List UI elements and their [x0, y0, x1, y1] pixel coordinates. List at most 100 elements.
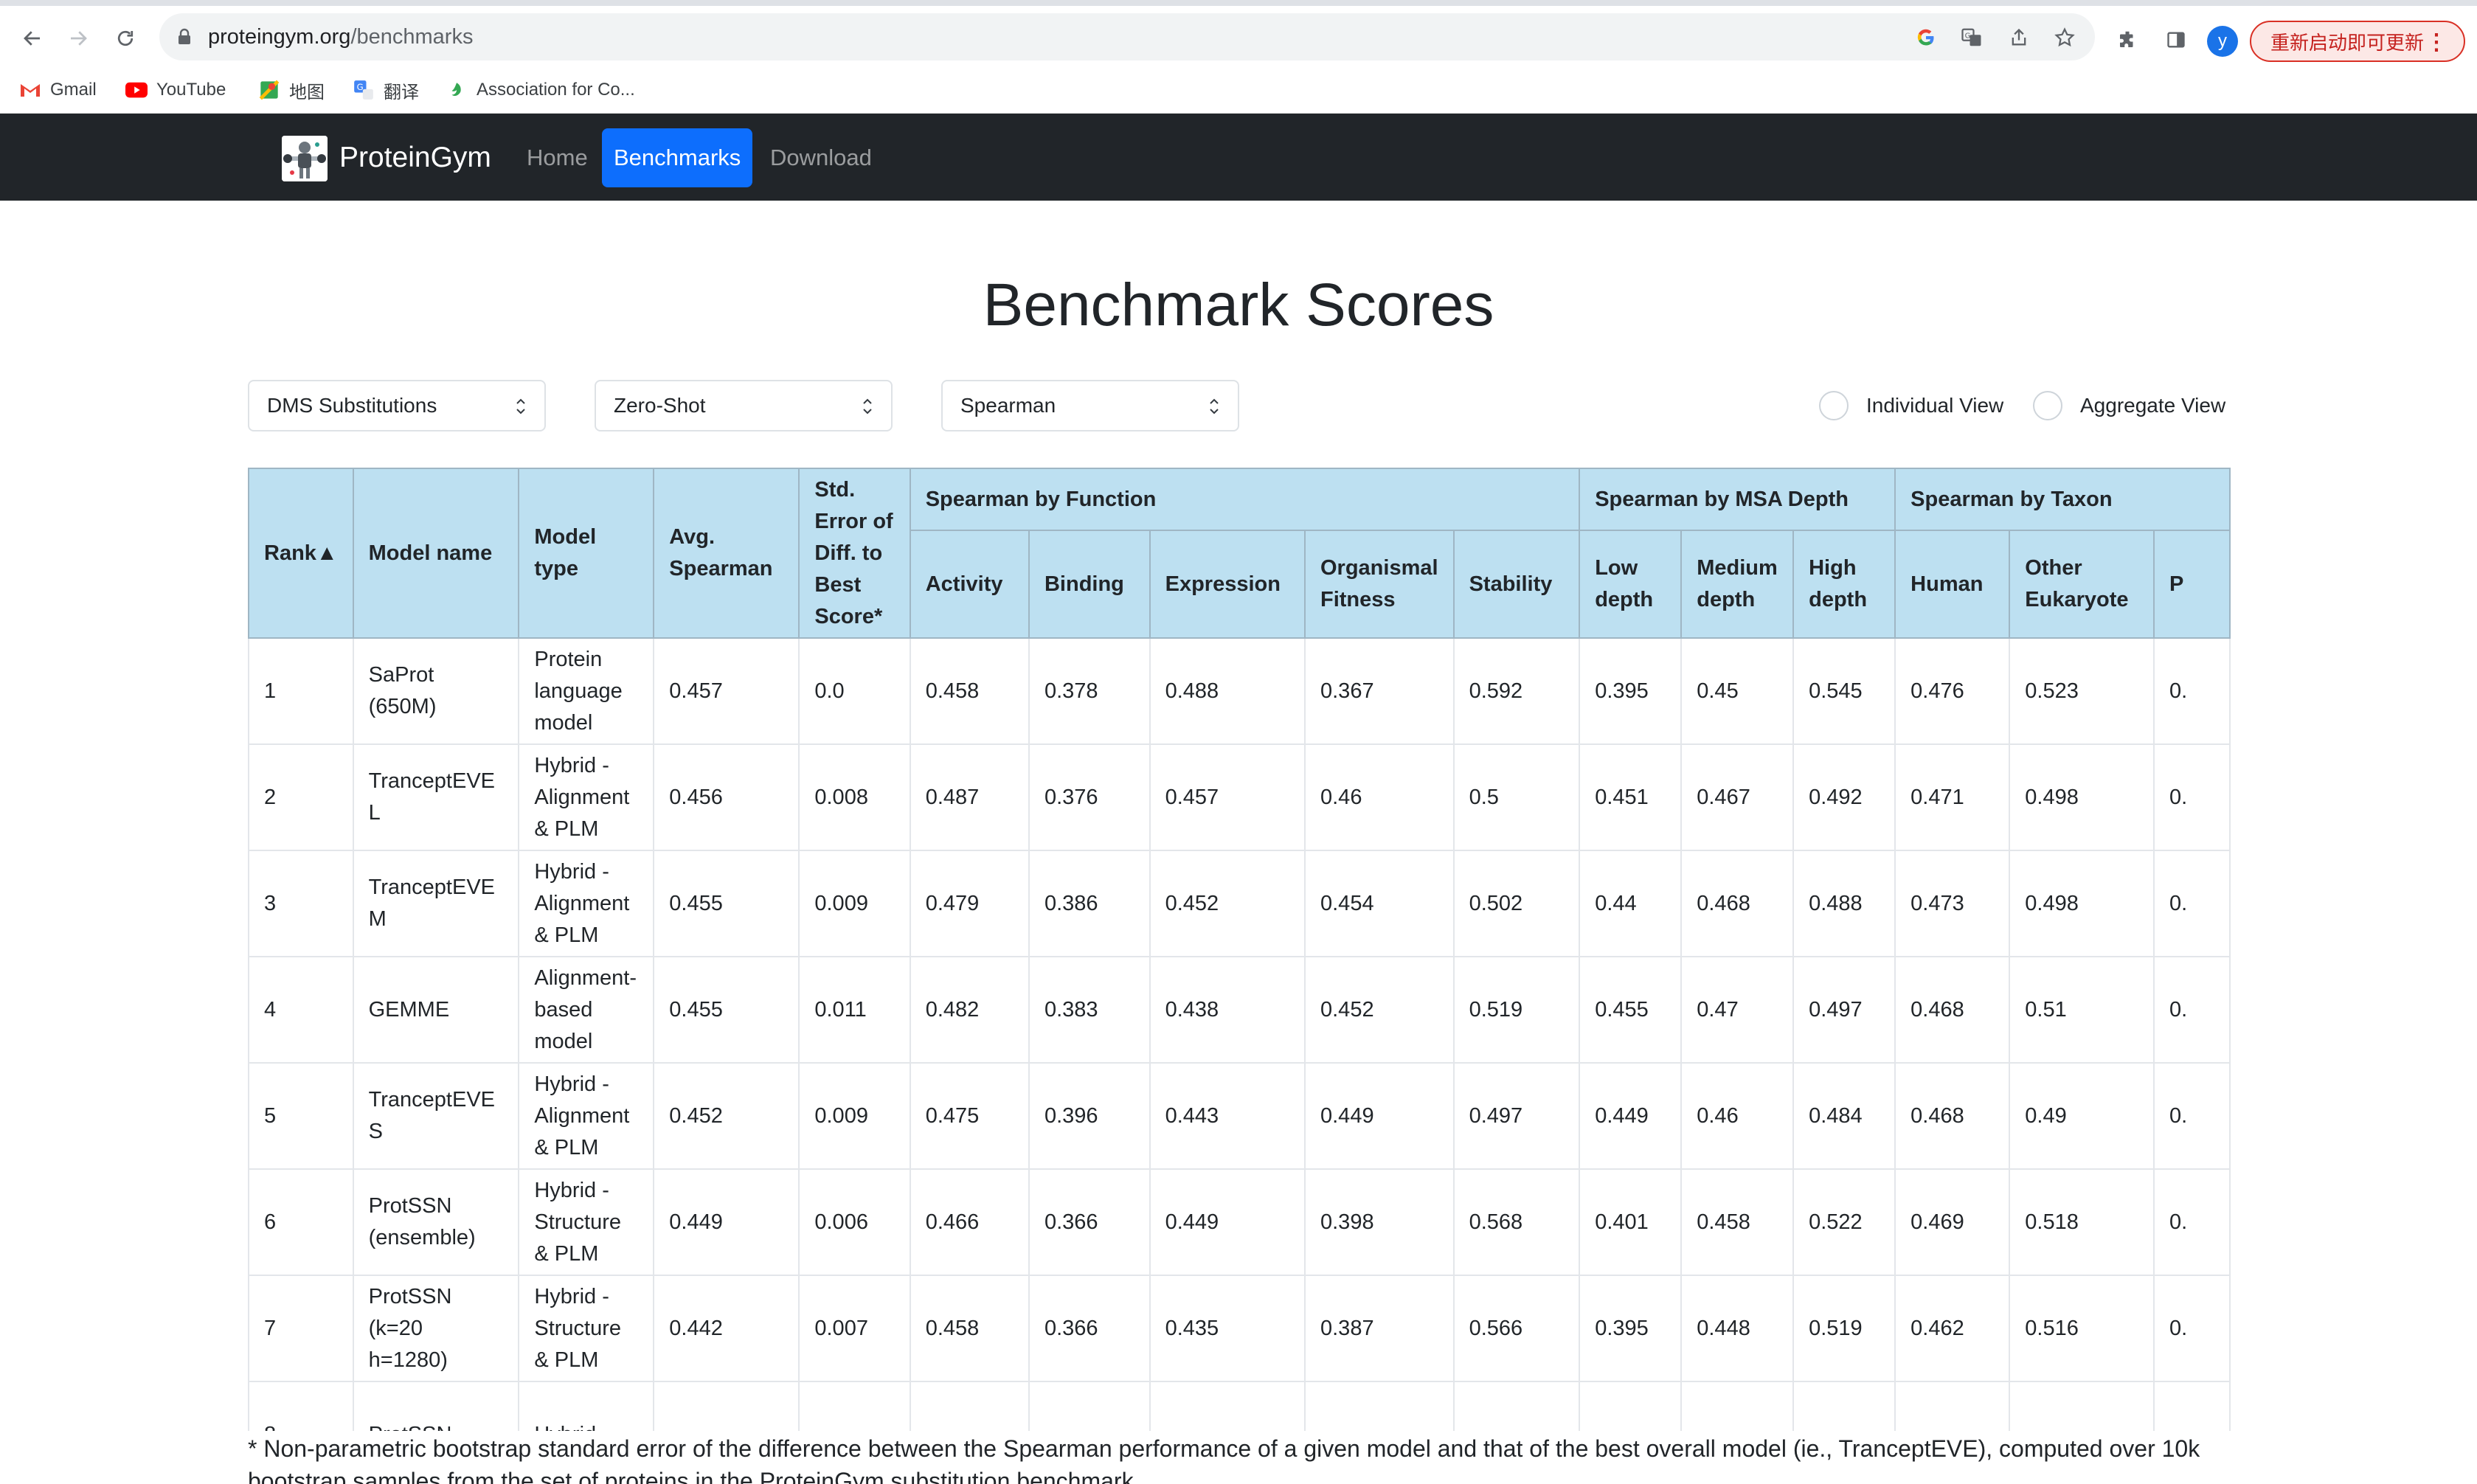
reload-icon[interactable] — [109, 22, 142, 55]
cell-rank: 5 — [248, 1062, 354, 1170]
browser-tab-strip — [0, 0, 2477, 6]
cell-stability: 0.497 — [1452, 1062, 1581, 1170]
cell-expression: 0.443 — [1149, 1062, 1306, 1170]
cell-model-name: ProtSSN (ensemble) — [352, 1168, 520, 1276]
cell-organismal-fitness: 0.387 — [1304, 1275, 1455, 1382]
header-low-depth[interactable]: Low depth — [1579, 530, 1683, 639]
brand-name[interactable]: ProteinGym — [339, 140, 491, 176]
dataset-select[interactable]: DMS Substitutions — [248, 380, 546, 431]
cell-high-depth: 0.492 — [1792, 743, 1896, 851]
header-other-eukaryote[interactable]: Other Eukaryote — [2009, 530, 2155, 639]
cell-binding: 0.366 — [1028, 1275, 1151, 1382]
individual-view-radio[interactable] — [1819, 391, 1849, 420]
cell-low-depth: 0.44 — [1579, 850, 1683, 957]
cell-other-eukaryote: 0.516 — [2009, 1275, 2155, 1382]
cell-rank: 8 — [248, 1381, 354, 1431]
header-model-type[interactable]: Model type — [518, 468, 655, 639]
setting-select[interactable]: Zero-Shot — [595, 380, 893, 431]
url-path: /benchmarks — [350, 25, 474, 49]
nav-link-download[interactable]: Download — [758, 128, 884, 187]
cell-std-error — [798, 1381, 911, 1431]
bookmark-gmail[interactable]: Gmail — [19, 75, 97, 105]
lock-icon[interactable] — [177, 28, 192, 49]
cell-model-type: Hybrid - Alignment & PLM — [518, 743, 655, 851]
cell-model-type: Hybrid - Alignment & PLM — [518, 1062, 655, 1170]
cell-binding: 0.396 — [1028, 1062, 1151, 1170]
bookmark-youtube[interactable]: YouTube — [125, 75, 226, 105]
cell-prokaryote — [2152, 1381, 2231, 1431]
cell-binding: 0.386 — [1028, 850, 1151, 957]
bookmark-label: Gmail — [50, 80, 97, 100]
cell-prokaryote: 0. — [2152, 637, 2231, 745]
google-icon[interactable] — [1913, 25, 1939, 50]
nav-link-benchmarks[interactable]: Benchmarks — [602, 128, 753, 187]
header-prokaryote[interactable]: P — [2152, 530, 2231, 639]
youtube-icon — [125, 79, 148, 101]
header-organismal-fitness[interactable]: Organismal Fitness — [1304, 530, 1455, 639]
address-bar[interactable]: proteingym.org/benchmarks G — [159, 13, 2095, 60]
cell-organismal-fitness: 0.46 — [1304, 743, 1455, 851]
cell-activity: 0.482 — [909, 956, 1030, 1064]
back-icon[interactable] — [16, 22, 49, 55]
header-activity[interactable]: Activity — [909, 530, 1030, 639]
table-row: 8 ProtSSN Hybrid - — [248, 1381, 2231, 1431]
cell-model-type: Alignment-based model — [518, 956, 655, 1064]
benchmark-table-container[interactable]: Rank▲ Model name Model type Avg. Spearma… — [248, 468, 2231, 1431]
cell-stability: 0.592 — [1452, 637, 1581, 745]
header-rank[interactable]: Rank▲ — [248, 468, 354, 639]
translate-page-icon[interactable]: G — [1959, 25, 1984, 50]
cell-stability — [1452, 1381, 1581, 1431]
header-std-error[interactable]: Std. Error of Diff. to Best Score* — [798, 468, 911, 639]
cell-human: 0.476 — [1894, 637, 2011, 745]
cell-human — [1894, 1381, 2011, 1431]
gmail-icon — [19, 79, 41, 101]
cell-std-error: 0.008 — [798, 743, 911, 851]
forward-icon[interactable] — [62, 22, 94, 55]
cell-medium-depth: 0.468 — [1680, 850, 1795, 957]
metric-select[interactable]: Spearman — [941, 380, 1239, 431]
cell-avg: 0.452 — [653, 1062, 800, 1170]
header-high-depth[interactable]: High depth — [1792, 530, 1896, 639]
bookmark-maps[interactable]: 地图 — [258, 75, 325, 105]
cell-low-depth: 0.401 — [1579, 1168, 1683, 1276]
nav-link-home[interactable]: Home — [515, 128, 600, 187]
header-stability[interactable]: Stability — [1452, 530, 1581, 639]
header-avg-spearman[interactable]: Avg. Spearman — [653, 468, 800, 639]
individual-view-label[interactable]: Individual View — [1866, 392, 2003, 419]
side-panel-icon[interactable] — [2161, 25, 2191, 55]
bookmark-acm[interactable]: Association for Co... — [446, 75, 635, 105]
cell-binding: 0.366 — [1028, 1168, 1151, 1276]
header-expression[interactable]: Expression — [1149, 530, 1306, 639]
aggregate-view-label[interactable]: Aggregate View — [2080, 392, 2225, 419]
header-human[interactable]: Human — [1894, 530, 2011, 639]
cell-stability: 0.502 — [1452, 850, 1581, 957]
cell-medium-depth: 0.458 — [1680, 1168, 1795, 1276]
update-browser-button[interactable]: 重新启动即可更新 ⋮ — [2250, 21, 2465, 62]
cell-organismal-fitness: 0.398 — [1304, 1168, 1455, 1276]
more-menu-icon[interactable]: ⋮ — [2425, 30, 2447, 55]
table-row: 2 TranceptEVE L Hybrid - Alignment & PLM… — [248, 743, 2231, 851]
proteingym-logo[interactable] — [282, 136, 328, 181]
translate-icon: G — [353, 79, 375, 101]
header-binding[interactable]: Binding — [1028, 530, 1151, 639]
cell-human: 0.462 — [1894, 1275, 2011, 1382]
aggregate-view-radio[interactable] — [2033, 391, 2062, 420]
extensions-icon[interactable] — [2113, 25, 2142, 55]
profile-avatar[interactable]: y — [2207, 26, 2238, 57]
cell-model-type: Hybrid - Structure & PLM — [518, 1275, 655, 1382]
header-model-name[interactable]: Model name — [352, 468, 520, 639]
cell-binding: 0.378 — [1028, 637, 1151, 745]
share-icon[interactable] — [2006, 25, 2031, 50]
cell-avg: 0.442 — [653, 1275, 800, 1382]
url-text[interactable]: proteingym.org/benchmarks — [208, 24, 473, 50]
bookmark-label: Association for Co... — [477, 80, 635, 100]
bookmark-translate[interactable]: G 翻译 — [353, 75, 419, 105]
cell-prokaryote: 0. — [2152, 1275, 2231, 1382]
cell-stability: 0.519 — [1452, 956, 1581, 1064]
cell-expression: 0.438 — [1149, 956, 1306, 1064]
cell-std-error: 0.006 — [798, 1168, 911, 1276]
cell-rank: 2 — [248, 743, 354, 851]
bookmark-star-icon[interactable] — [2052, 25, 2077, 50]
header-medium-depth[interactable]: Medium depth — [1680, 530, 1795, 639]
cell-model-name: SaProt (650M) — [352, 637, 520, 745]
